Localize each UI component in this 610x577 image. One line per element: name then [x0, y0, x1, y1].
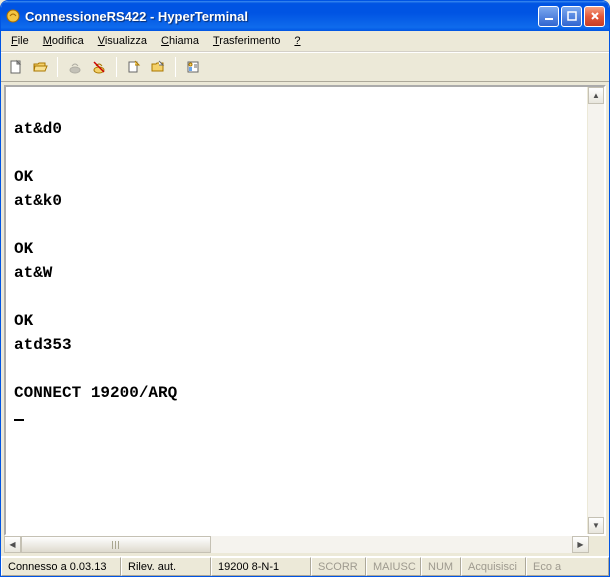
receive-button[interactable] [147, 56, 169, 78]
scroll-right-arrow[interactable]: ▶ [572, 536, 589, 553]
titlebar[interactable]: ConnessioneRS422 - HyperTerminal [1, 1, 609, 31]
status-connection: Connesso a 0.03.13 [1, 557, 121, 576]
minimize-button[interactable] [538, 6, 559, 27]
menu-file[interactable]: File [5, 33, 35, 49]
window-title: ConnessioneRS422 - HyperTerminal [25, 9, 538, 24]
statusbar: Connesso a 0.03.13 Rilev. aut. 19200 8-N… [1, 556, 609, 576]
status-echo: Eco a [526, 557, 609, 576]
status-speed: 19200 8-N-1 [211, 557, 311, 576]
scroll-up-arrow[interactable]: ▲ [588, 87, 604, 104]
window-buttons [538, 6, 605, 27]
hscroll-track[interactable] [21, 536, 572, 553]
properties-button[interactable] [182, 56, 204, 78]
hscroll-thumb[interactable] [21, 536, 211, 553]
status-capture: Acquisisci [461, 557, 526, 576]
menu-help[interactable]: ? [288, 33, 306, 49]
toolbar-separator [175, 57, 176, 77]
status-scroll: SCORR [311, 557, 366, 576]
menu-chiama[interactable]: Chiama [155, 33, 205, 49]
status-detect: Rilev. aut. [121, 557, 211, 576]
status-caps: MAIUSC [366, 557, 421, 576]
cursor [14, 419, 24, 421]
horizontal-scrollbar[interactable]: ◀ ▶ [4, 536, 606, 553]
menu-visualizza[interactable]: Visualizza [92, 33, 153, 49]
terminal-output[interactable]: at&d0 OK at&k0 OK at&W OK atd353 CONNECT… [6, 87, 587, 534]
open-button[interactable] [29, 56, 51, 78]
menu-modifica[interactable]: Modifica [37, 33, 90, 49]
vertical-scrollbar[interactable]: ▲ ▼ [587, 87, 604, 534]
app-window: ConnessioneRS422 - HyperTerminal File Mo… [0, 0, 610, 577]
send-button[interactable] [123, 56, 145, 78]
disconnect-button[interactable] [88, 56, 110, 78]
scroll-corner [589, 536, 606, 553]
toolbar-separator [57, 57, 58, 77]
scroll-down-arrow[interactable]: ▼ [588, 517, 604, 534]
close-button[interactable] [584, 6, 605, 27]
client-area: at&d0 OK at&k0 OK at&W OK atd353 CONNECT… [4, 85, 606, 553]
toolbar [1, 52, 609, 82]
toolbar-separator [116, 57, 117, 77]
new-button[interactable] [5, 56, 27, 78]
app-icon [5, 8, 21, 24]
scroll-left-arrow[interactable]: ◀ [4, 536, 21, 553]
maximize-button[interactable] [561, 6, 582, 27]
menubar: File Modifica Visualizza Chiama Trasferi… [1, 31, 609, 52]
connect-button[interactable] [64, 56, 86, 78]
terminal-frame: at&d0 OK at&k0 OK at&W OK atd353 CONNECT… [4, 85, 606, 536]
menu-trasferimento[interactable]: Trasferimento [207, 33, 286, 49]
status-num: NUM [421, 557, 461, 576]
scroll-track[interactable] [588, 104, 604, 517]
